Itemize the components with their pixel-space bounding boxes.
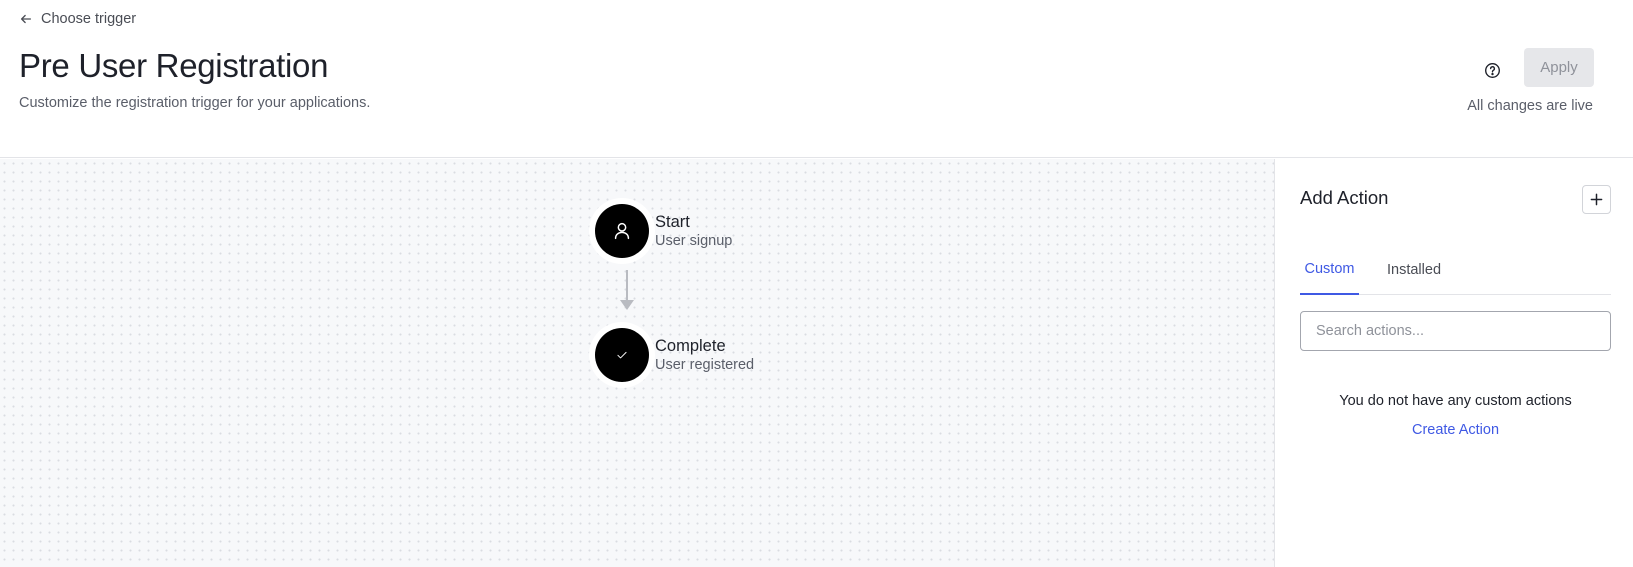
panel-title: Add Action <box>1300 187 1389 208</box>
action-tabs: Custom Installed <box>1300 244 1611 295</box>
help-icon <box>1484 62 1500 78</box>
flow-arrow <box>620 300 634 310</box>
page-title: Pre User Registration <box>19 47 329 84</box>
complete-node-title: Complete <box>655 337 726 355</box>
complete-node-subtitle: User registered <box>655 357 755 373</box>
start-node-text: Start User signup <box>655 212 732 250</box>
start-node-circle <box>595 204 649 258</box>
create-action-link[interactable]: Create Action <box>1300 422 1611 438</box>
check-icon <box>617 351 627 359</box>
empty-state-message: You do not have any custom actions <box>1339 393 1572 409</box>
status-text: All changes are live <box>1467 98 1593 114</box>
page-subtitle: Customize the registration trigger for y… <box>19 95 371 111</box>
page-header: Choose trigger Pre User Registration Cus… <box>0 0 1633 158</box>
start-node[interactable]: Start User signup <box>589 198 732 264</box>
add-action-button[interactable] <box>1582 185 1611 214</box>
help-button[interactable] <box>1476 54 1508 86</box>
complete-node-ring <box>589 322 655 388</box>
back-link-label: Choose trigger <box>41 11 137 27</box>
user-icon <box>614 222 630 240</box>
complete-node-text: Complete User registered <box>655 336 754 374</box>
complete-node[interactable]: Complete User registered <box>589 322 754 388</box>
flow-connector <box>626 270 628 300</box>
apply-button[interactable]: Apply <box>1524 48 1594 87</box>
start-node-title: Start <box>655 213 690 231</box>
tab-custom[interactable]: Custom <box>1300 244 1359 295</box>
tab-installed[interactable]: Installed <box>1387 244 1441 295</box>
start-node-subtitle: User signup <box>655 233 733 249</box>
start-node-ring <box>589 198 655 264</box>
plus-icon <box>1590 193 1603 206</box>
add-action-panel: Add Action Custom Installed You do not h… <box>1274 159 1633 567</box>
arrow-left-icon <box>20 14 32 24</box>
complete-node-circle <box>595 328 649 382</box>
search-actions-input[interactable] <box>1300 311 1611 351</box>
back-link[interactable]: Choose trigger <box>19 11 136 27</box>
